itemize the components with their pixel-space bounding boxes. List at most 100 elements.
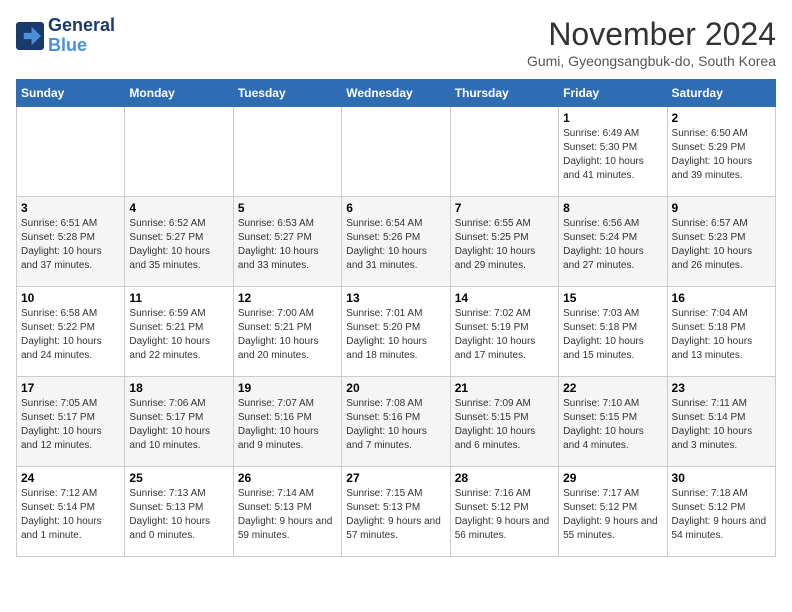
day-info: Sunrise: 7:16 AM Sunset: 5:12 PM Dayligh… — [455, 487, 554, 543]
day-number: 1 — [563, 111, 662, 125]
calendar-cell: 6Sunrise: 6:54 AM Sunset: 5:26 PM Daylig… — [342, 197, 450, 287]
day-info: Sunrise: 6:49 AM Sunset: 5:30 PM Dayligh… — [563, 127, 662, 183]
day-info: Sunrise: 7:06 AM Sunset: 5:17 PM Dayligh… — [129, 397, 228, 453]
day-number: 9 — [672, 201, 771, 215]
calendar-cell — [342, 107, 450, 197]
day-info: Sunrise: 7:01 AM Sunset: 5:20 PM Dayligh… — [346, 307, 445, 363]
day-info: Sunrise: 7:02 AM Sunset: 5:19 PM Dayligh… — [455, 307, 554, 363]
day-number: 15 — [563, 291, 662, 305]
day-info: Sunrise: 6:57 AM Sunset: 5:23 PM Dayligh… — [672, 217, 771, 273]
location: Gumi, Gyeongsangbuk-do, South Korea — [527, 53, 776, 69]
calendar-cell: 20 Sunrise: 7:08 AM Sunset: 5:16 PM Dayli… — [342, 377, 450, 467]
weekday-header-friday: Friday — [559, 80, 667, 107]
calendar-cell: 2 Sunrise: 6:50 AM Sunset: 5:29 PM Daylig… — [667, 107, 775, 197]
day-info: Sunrise: 6:53 AM Sunset: 5:27 PM Dayligh… — [238, 217, 337, 273]
day-info: Sunrise: 7:04 AM Sunset: 5:18 PM Dayligh… — [672, 307, 771, 363]
day-info: Sunrise: 7:05 AM Sunset: 5:17 PM Dayligh… — [21, 397, 120, 453]
page-header: General Blue November 2024 Gumi, Gyeongs… — [16, 16, 776, 69]
calendar-cell: 11 Sunrise: 6:59 AM Sunset: 5:21 PM Dayli… — [125, 287, 233, 377]
weekday-header-saturday: Saturday — [667, 80, 775, 107]
calendar-cell: 5 Sunrise: 6:53 AM Sunset: 5:27 PM Daylig… — [233, 197, 341, 287]
day-number: 18 — [129, 381, 228, 395]
day-number: 30 — [672, 471, 771, 485]
day-info: Sunrise: 7:08 AM Sunset: 5:16 PM Dayligh… — [346, 397, 445, 453]
day-number: 26 — [238, 471, 337, 485]
day-info: Sunrise: 6:51 AM Sunset: 5:28 PM Dayligh… — [21, 217, 120, 273]
calendar-cell: 12 Sunrise: 7:00 AM Sunset: 5:21 PM Dayli… — [233, 287, 341, 377]
calendar-cell — [233, 107, 341, 197]
day-info: Sunrise: 7:17 AM Sunset: 5:12 PM Dayligh… — [563, 487, 662, 543]
day-info: Sunrise: 6:56 AM Sunset: 5:24 PM Dayligh… — [563, 217, 662, 273]
weekday-header-monday: Monday — [125, 80, 233, 107]
day-number: 17 — [21, 381, 120, 395]
calendar-cell — [125, 107, 233, 197]
day-number: 29 — [563, 471, 662, 485]
day-info: Sunrise: 7:09 AM Sunset: 5:15 PM Dayligh… — [455, 397, 554, 453]
calendar-cell: 7Sunrise: 6:55 AM Sunset: 5:25 PM Daylig… — [450, 197, 558, 287]
calendar-cell: 10 Sunrise: 6:58 AM Sunset: 5:22 PM Dayli… — [17, 287, 125, 377]
day-number: 28 — [455, 471, 554, 485]
day-info: Sunrise: 6:50 AM Sunset: 5:29 PM Dayligh… — [672, 127, 771, 183]
day-info: Sunrise: 7:14 AM Sunset: 5:13 PM Dayligh… — [238, 487, 337, 543]
calendar-cell: 3 Sunrise: 6:51 AM Sunset: 5:28 PM Daylig… — [17, 197, 125, 287]
calendar-cell: 17 Sunrise: 7:05 AM Sunset: 5:17 PM Dayli… — [17, 377, 125, 467]
calendar-week-row: 17 Sunrise: 7:05 AM Sunset: 5:17 PM Dayli… — [17, 377, 776, 467]
calendar-week-row: 10 Sunrise: 6:58 AM Sunset: 5:22 PM Dayli… — [17, 287, 776, 377]
day-number: 12 — [238, 291, 337, 305]
calendar-cell: 28 Sunrise: 7:16 AM Sunset: 5:12 PM Dayli… — [450, 467, 558, 557]
day-number: 4 — [129, 201, 228, 215]
day-info: Sunrise: 6:58 AM Sunset: 5:22 PM Dayligh… — [21, 307, 120, 363]
day-number: 2 — [672, 111, 771, 125]
day-info: Sunrise: 7:13 AM Sunset: 5:13 PM Dayligh… — [129, 487, 228, 543]
month-title: November 2024 — [527, 16, 776, 53]
calendar-cell: 13Sunrise: 7:01 AM Sunset: 5:20 PM Dayli… — [342, 287, 450, 377]
day-number: 5 — [238, 201, 337, 215]
day-number: 11 — [129, 291, 228, 305]
calendar-cell: 9 Sunrise: 6:57 AM Sunset: 5:23 PM Daylig… — [667, 197, 775, 287]
calendar-week-row: 3 Sunrise: 6:51 AM Sunset: 5:28 PM Daylig… — [17, 197, 776, 287]
day-info: Sunrise: 6:52 AM Sunset: 5:27 PM Dayligh… — [129, 217, 228, 273]
day-number: 3 — [21, 201, 120, 215]
day-info: Sunrise: 7:07 AM Sunset: 5:16 PM Dayligh… — [238, 397, 337, 453]
day-info: Sunrise: 7:11 AM Sunset: 5:14 PM Dayligh… — [672, 397, 771, 453]
calendar-table: SundayMondayTuesdayWednesdayThursdayFrid… — [16, 79, 776, 557]
calendar-cell: 1 Sunrise: 6:49 AM Sunset: 5:30 PM Daylig… — [559, 107, 667, 197]
day-number: 25 — [129, 471, 228, 485]
day-number: 19 — [238, 381, 337, 395]
day-number: 7 — [455, 201, 554, 215]
calendar-cell — [450, 107, 558, 197]
title-block: November 2024 Gumi, Gyeongsangbuk-do, So… — [527, 16, 776, 69]
calendar-cell: 27 Sunrise: 7:15 AM Sunset: 5:13 PM Dayli… — [342, 467, 450, 557]
day-number: 21 — [455, 381, 554, 395]
day-info: Sunrise: 7:10 AM Sunset: 5:15 PM Dayligh… — [563, 397, 662, 453]
logo: General Blue — [16, 16, 115, 56]
calendar-cell: 15 Sunrise: 7:03 AM Sunset: 5:18 PM Dayli… — [559, 287, 667, 377]
day-number: 20 — [346, 381, 445, 395]
day-info: Sunrise: 7:00 AM Sunset: 5:21 PM Dayligh… — [238, 307, 337, 363]
calendar-cell: 30Sunrise: 7:18 AM Sunset: 5:12 PM Dayli… — [667, 467, 775, 557]
calendar-cell: 18 Sunrise: 7:06 AM Sunset: 5:17 PM Dayli… — [125, 377, 233, 467]
calendar-cell: 4 Sunrise: 6:52 AM Sunset: 5:27 PM Daylig… — [125, 197, 233, 287]
day-info: Sunrise: 7:15 AM Sunset: 5:13 PM Dayligh… — [346, 487, 445, 543]
calendar-cell — [17, 107, 125, 197]
calendar-cell: 25 Sunrise: 7:13 AM Sunset: 5:13 PM Dayli… — [125, 467, 233, 557]
calendar-cell: 19 Sunrise: 7:07 AM Sunset: 5:16 PM Dayli… — [233, 377, 341, 467]
day-number: 14 — [455, 291, 554, 305]
day-number: 22 — [563, 381, 662, 395]
calendar-cell: 24 Sunrise: 7:12 AM Sunset: 5:14 PM Dayli… — [17, 467, 125, 557]
day-number: 27 — [346, 471, 445, 485]
weekday-header-wednesday: Wednesday — [342, 80, 450, 107]
calendar-cell: 29 Sunrise: 7:17 AM Sunset: 5:12 PM Dayli… — [559, 467, 667, 557]
day-info: Sunrise: 7:12 AM Sunset: 5:14 PM Dayligh… — [21, 487, 120, 543]
logo-text: General Blue — [48, 16, 115, 56]
day-number: 8 — [563, 201, 662, 215]
day-number: 24 — [21, 471, 120, 485]
day-info: Sunrise: 6:59 AM Sunset: 5:21 PM Dayligh… — [129, 307, 228, 363]
day-info: Sunrise: 7:03 AM Sunset: 5:18 PM Dayligh… — [563, 307, 662, 363]
day-number: 10 — [21, 291, 120, 305]
calendar-cell: 22 Sunrise: 7:10 AM Sunset: 5:15 PM Dayli… — [559, 377, 667, 467]
logo-line2: Blue — [48, 35, 87, 55]
weekday-header-tuesday: Tuesday — [233, 80, 341, 107]
calendar-header-row: SundayMondayTuesdayWednesdayThursdayFrid… — [17, 80, 776, 107]
calendar-cell: 14 Sunrise: 7:02 AM Sunset: 5:19 PM Dayli… — [450, 287, 558, 377]
